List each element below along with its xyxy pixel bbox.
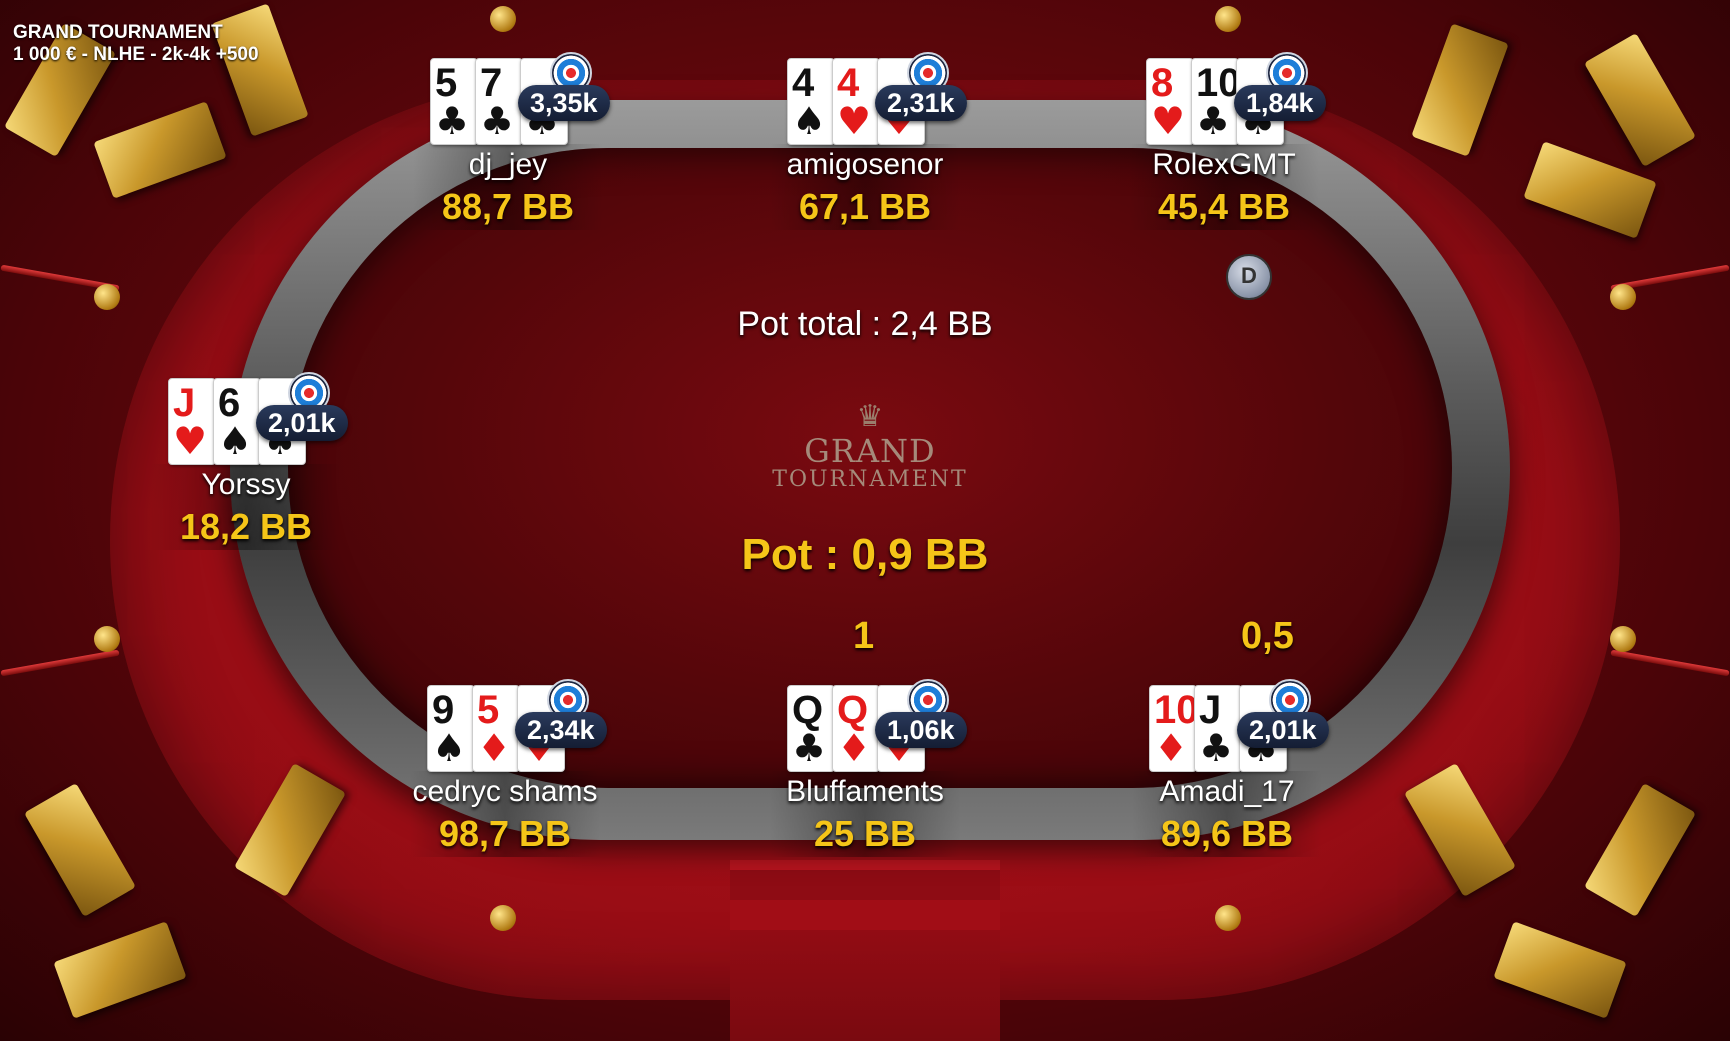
player-stack-bb: 89,6 BB [1160, 813, 1294, 854]
playing-card: 4 ♠ [787, 58, 835, 145]
player-stack-bb: 18,2 BB [179, 506, 313, 547]
rope-post [1610, 626, 1636, 652]
card-suit-icon: ♣ [1196, 99, 1231, 143]
card-suit-icon: ♦ [1154, 726, 1189, 770]
playing-card: 5 ♦ [472, 685, 520, 772]
gold-bar [93, 101, 227, 199]
logo-line-1: GRAND [804, 432, 936, 470]
card-suit-icon: ♥ [1151, 99, 1186, 143]
playing-card: 7 ♣ [475, 58, 523, 145]
rope-post [490, 905, 516, 931]
stairs [730, 860, 1000, 1041]
player-stack-bb: 67,1 BB [798, 186, 932, 227]
gold-bar [1584, 33, 1696, 167]
playing-card: 8 ♥ [1146, 58, 1194, 145]
stack-badge: 3,35k [518, 85, 610, 121]
card-suit-icon: ♠ [432, 726, 467, 770]
playing-card: 10 ♣ [1191, 58, 1241, 145]
player-stack-bb: 98,7 BB [438, 813, 572, 854]
stack-badge: 2,01k [1237, 712, 1329, 748]
card-suit-icon: ♥ [837, 99, 872, 143]
card-suit-icon: ♠ [218, 419, 253, 463]
player-name: dj_jey [468, 148, 548, 181]
gold-bar [1584, 783, 1696, 917]
player-stack-bb: 25 BB [813, 813, 917, 854]
player-name: cedryc shams [412, 775, 598, 808]
playing-card: 9 ♠ [427, 685, 475, 772]
gold-bar [1493, 921, 1627, 1019]
playing-card: J ♣ [1194, 685, 1242, 772]
gold-bar [53, 921, 187, 1019]
card-suit-icon: ♥ [173, 419, 208, 463]
bet-amount-bluffaments: 1 [853, 615, 875, 657]
rope-post [94, 626, 120, 652]
rope-post [1215, 905, 1241, 931]
playing-card: 5 ♣ [430, 58, 478, 145]
stack-badge: 2,31k [875, 85, 967, 121]
playing-card: Q ♣ [787, 685, 835, 772]
gold-bar [24, 783, 136, 917]
card-suit-icon: ♠ [792, 99, 827, 143]
player-name: Yorssy [201, 468, 291, 501]
rope [1610, 649, 1730, 677]
card-suit-icon: ♦ [837, 726, 872, 770]
playing-card: 4 ♥ [832, 58, 880, 145]
table-logo: ♛ GRAND TOURNAMENT [760, 400, 980, 492]
playing-card: 10 ♦ [1149, 685, 1199, 772]
card-suit-icon: ♣ [1199, 726, 1234, 770]
playing-card: Q ♦ [832, 685, 880, 772]
dealer-button: D [1226, 254, 1272, 300]
gold-bar [1411, 23, 1509, 157]
card-suit-icon: ♣ [480, 99, 515, 143]
card-suit-icon: ♦ [477, 726, 512, 770]
stack-badge: 2,01k [256, 405, 348, 441]
player-name: Amadi_17 [1159, 775, 1295, 808]
playing-card: 6 ♠ [213, 378, 261, 465]
player-stack-bb: 88,7 BB [441, 186, 575, 227]
pot-total: Pot total : 2,4 BB [737, 305, 993, 343]
rope [0, 649, 120, 677]
logo-line-2: TOURNAMENT [772, 467, 968, 492]
player-name: RolexGMT [1152, 148, 1296, 181]
tournament-info: GRAND TOURNAMENT 1 000 € - NLHE - 2k-4k … [13, 22, 259, 66]
stack-badge: 1,06k [875, 712, 967, 748]
card-suit-icon: ♣ [792, 726, 827, 770]
player-stack-bb: 45,4 BB [1157, 186, 1291, 227]
bet-amount-amadi: 0,5 [1241, 615, 1294, 657]
tournament-title: GRAND TOURNAMENT [13, 22, 223, 43]
rope-post [1215, 6, 1241, 32]
card-suit-icon: ♣ [435, 99, 470, 143]
crest-icon: ♛ [856, 399, 884, 434]
player-name: amigosenor [786, 148, 944, 181]
tournament-details: 1 000 € - NLHE - 2k-4k +500 [13, 44, 259, 65]
stack-badge: 2,34k [515, 712, 607, 748]
player-name: Bluffaments [786, 775, 944, 808]
rope-post [490, 6, 516, 32]
stack-badge: 1,84k [1234, 85, 1326, 121]
playing-card: J ♥ [168, 378, 216, 465]
